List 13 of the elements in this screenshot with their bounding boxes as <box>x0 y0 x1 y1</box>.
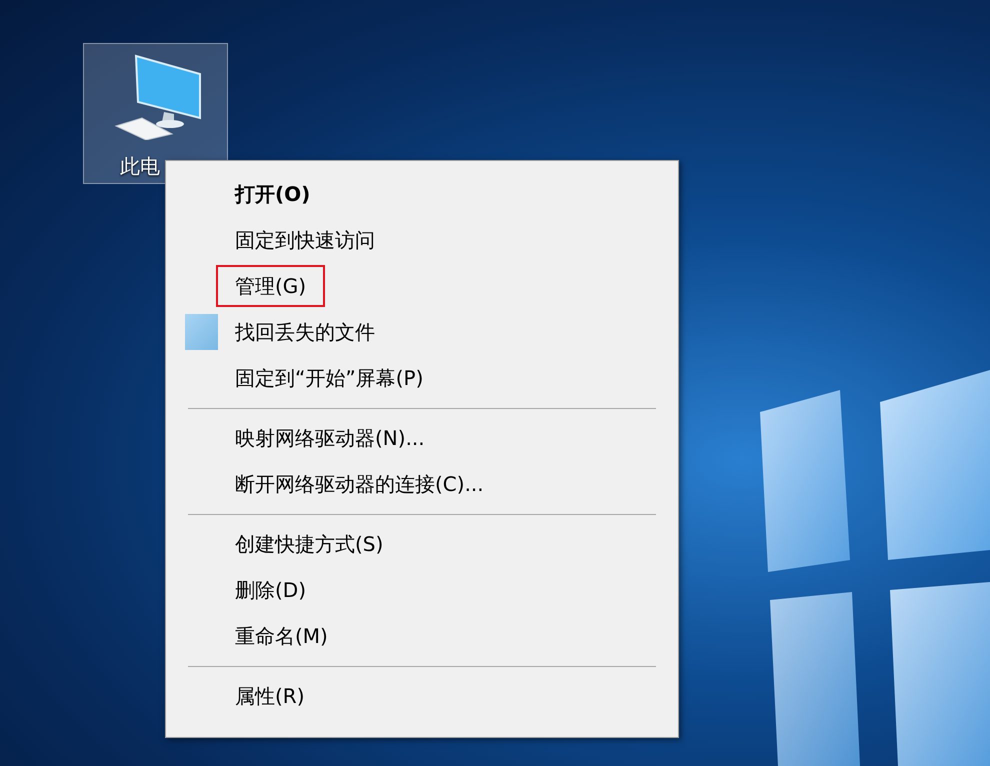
desktop-icon[interactable]: 此电 <box>83 43 228 184</box>
menu-item[interactable]: 固定到快速访问 <box>216 219 394 261</box>
computer-icon <box>114 52 204 140</box>
menu-item[interactable]: 固定到“开始”屏幕(P) <box>216 357 442 399</box>
menu-item[interactable]: 管理(G) <box>216 265 326 307</box>
menu-item[interactable]: 找回丢失的文件 <box>216 311 394 353</box>
menu-item[interactable]: 创建快捷方式(S) <box>216 523 402 565</box>
menu-item[interactable]: 删除(D) <box>216 569 326 611</box>
menu-item[interactable]: 属性(R) <box>216 675 324 717</box>
menu-item[interactable]: 重命名(M) <box>216 615 347 657</box>
menu-item[interactable]: 映射网络驱动器(N)... <box>216 417 444 459</box>
menu-item[interactable]: 断开网络驱动器的连接(C)... <box>216 463 503 505</box>
icon-label: 此电 <box>120 154 160 178</box>
